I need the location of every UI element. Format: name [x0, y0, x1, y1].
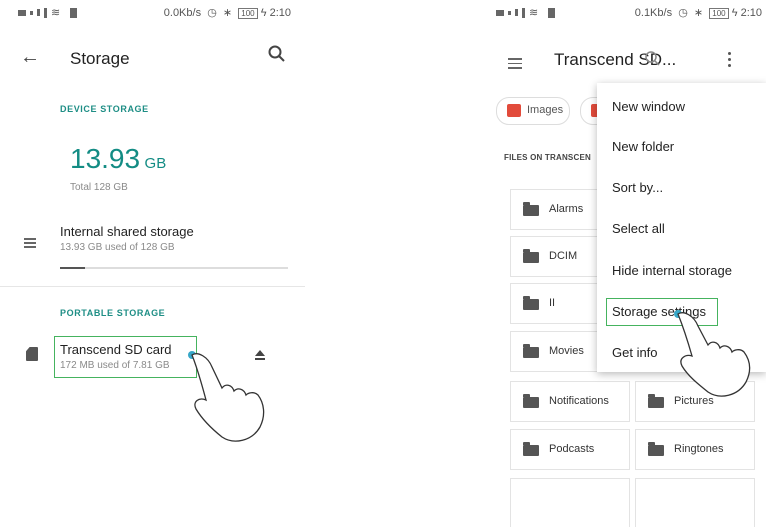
folder-name: II — [549, 297, 556, 309]
page-title: Storage — [70, 49, 130, 68]
menu-item-new-folder[interactable]: New folder — [612, 139, 674, 154]
portable-storage-label: PORTABLE STORAGE — [60, 308, 166, 318]
internal-storage-progress — [60, 267, 288, 269]
folder-name: DCIM — [549, 250, 578, 262]
alarm-icon: ◷ — [675, 7, 691, 19]
signal-icons: ≋ — [18, 6, 78, 19]
folder-name: Alarms — [549, 203, 584, 215]
status-right: 0.1Kb/s ◷ ∗ 100 ϟ 2:10 — [635, 6, 762, 19]
search-icon[interactable] — [267, 44, 287, 64]
battery-icon: 100 — [238, 8, 258, 19]
chip-images[interactable]: Images — [496, 97, 570, 125]
device-storage-label: DEVICE STORAGE — [60, 104, 149, 114]
clock: 2:10 — [269, 7, 291, 19]
sd-card-title[interactable]: Transcend SD card — [60, 342, 172, 357]
file-tile[interactable] — [635, 478, 755, 527]
folder-icon — [523, 249, 539, 263]
total-storage-label: Total 128 GB — [70, 182, 128, 193]
storage-list-icon — [24, 238, 36, 248]
hamburger-menu-icon[interactable] — [508, 58, 522, 72]
bluetooth-icon: ∗ — [693, 7, 707, 19]
menu-item-sort-by[interactable]: Sort by... — [612, 180, 663, 195]
back-arrow-icon[interactable]: ← — [20, 46, 40, 69]
folder-icon — [523, 394, 539, 408]
sd-card-subtitle: 172 MB used of 7.81 GB — [60, 360, 170, 371]
status-right: 0.0Kb/s ◷ ∗ 100 ϟ 2:10 — [164, 6, 291, 19]
charging-icon: ϟ — [260, 7, 270, 19]
folder-item[interactable]: Notifications — [510, 381, 630, 422]
used-value-unit: GB — [144, 155, 167, 172]
folder-icon — [523, 202, 539, 216]
image-icon — [507, 104, 521, 117]
menu-item-new-window[interactable]: New window — [612, 99, 685, 114]
search-icon[interactable] — [644, 50, 662, 68]
network-speed: 0.1Kb/s — [634, 7, 673, 19]
folder-icon — [523, 442, 539, 456]
folder-name: Ringtones — [674, 443, 724, 455]
internal-storage-title[interactable]: Internal shared storage — [60, 224, 194, 239]
chip-label: Images — [527, 104, 564, 116]
charging-icon: ϟ — [731, 7, 741, 19]
files-section-label: FILES ON TRANSCEN — [504, 153, 591, 162]
status-bar: ≋ 0.1Kb/s ◷ ∗ 100 ϟ 2:10 — [488, 0, 766, 28]
folder-item[interactable]: Ringtones — [635, 429, 755, 470]
folder-item[interactable]: Podcasts — [510, 429, 630, 470]
folder-icon — [648, 394, 664, 408]
folder-name: Notifications — [549, 395, 609, 407]
section-divider — [0, 286, 305, 287]
menu-item-select-all[interactable]: Select all — [612, 221, 665, 236]
sd-card-icon — [26, 347, 38, 361]
clock: 2:10 — [740, 7, 762, 19]
used-storage-value: 13.93 GB — [70, 143, 166, 175]
signal-icons: ≋ — [496, 6, 556, 19]
storage-screen: ≋ 0.0Kb/s ◷ ∗ 100 ϟ 2:10 ← Storage DEVIC… — [0, 0, 305, 527]
menu-item-hide-internal-storage[interactable]: Hide internal storage — [612, 263, 732, 278]
used-value-number: 13.93 — [70, 143, 141, 174]
pointing-hand-icon — [674, 310, 751, 397]
wifi-icon: ≋ — [51, 7, 61, 19]
folder-icon — [523, 296, 539, 310]
wifi-icon: ≋ — [529, 7, 539, 19]
menu-item-get-info[interactable]: Get info — [612, 345, 658, 360]
pointing-hand-icon — [188, 351, 265, 442]
folder-name: Podcasts — [549, 443, 595, 455]
folder-icon — [648, 442, 664, 456]
battery-icon: 100 — [709, 8, 729, 19]
status-bar: ≋ 0.0Kb/s ◷ ∗ 100 ϟ 2:10 — [0, 0, 305, 28]
bluetooth-icon: ∗ — [222, 7, 236, 19]
folder-icon — [523, 344, 539, 358]
file-tile[interactable] — [510, 478, 630, 527]
network-speed: 0.0Kb/s — [163, 7, 202, 19]
more-vert-icon[interactable] — [728, 52, 732, 70]
alarm-icon: ◷ — [204, 7, 220, 19]
folder-name: Movies — [549, 345, 584, 357]
internal-storage-subtitle: 13.93 GB used of 128 GB — [60, 242, 175, 253]
app-bar: ← Storage — [0, 38, 305, 82]
